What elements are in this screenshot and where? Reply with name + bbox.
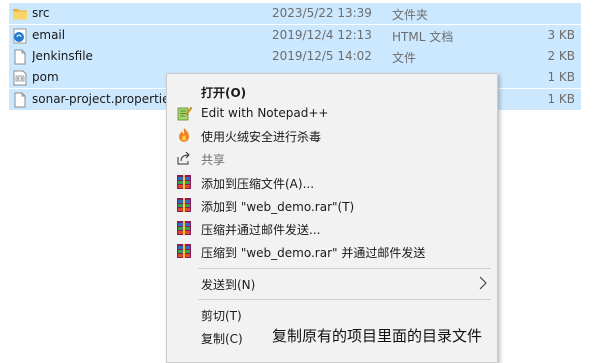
file-explorer: src 2023/5/22 13:39 文件夹 email 2019/12/4 … xyxy=(0,0,604,363)
file-date: 2023/5/22 13:39 xyxy=(272,6,372,20)
menu-item-compress-email[interactable]: 压缩并通过邮件发送... xyxy=(167,217,497,239)
share-icon xyxy=(176,150,192,166)
file-date: 2019/12/5 14:02 xyxy=(272,49,372,63)
file-size: 3 KB xyxy=(547,28,575,42)
file-name: sonar-project.properties xyxy=(32,92,176,106)
menu-item-label: 打开(O) xyxy=(201,86,247,100)
menu-item-label: Edit with Notepad++ xyxy=(201,106,329,120)
menu-item-send-to[interactable]: 发送到(N) xyxy=(167,272,497,294)
file-icon xyxy=(12,49,28,65)
file-row-email[interactable]: email 2019/12/4 12:13 HTML 文档 3 KB xyxy=(9,25,581,46)
menu-item-label: 添加到 "web_demo.rar"(T) xyxy=(201,200,355,214)
menu-item-share[interactable]: 共享 xyxy=(167,147,497,169)
xml-file-icon xyxy=(12,70,28,86)
file-size: 1 KB xyxy=(547,70,575,84)
menu-item-antivirus[interactable]: 使用火绒安全进行杀毒 xyxy=(167,124,497,146)
notepad-plus-plus-icon xyxy=(176,105,193,121)
file-icon xyxy=(12,92,28,108)
file-row-src[interactable]: src 2023/5/22 13:39 文件夹 xyxy=(9,3,581,24)
file-name: pom xyxy=(32,70,59,84)
file-type: HTML 文档 xyxy=(392,30,454,44)
menu-item-label: 压缩到 "web_demo.rar" 并通过邮件发送 xyxy=(201,246,426,260)
file-size: 1 KB xyxy=(547,92,575,106)
file-date: 2019/12/4 12:13 xyxy=(272,28,372,42)
menu-item-cut[interactable]: 剪切(T) xyxy=(167,303,497,325)
file-name: src xyxy=(32,6,50,20)
annotation-caption: 复制原有的项目里面的目录文件 xyxy=(272,327,483,345)
file-size: 2 KB xyxy=(547,49,575,63)
menu-item-label: 复制(C) xyxy=(201,332,243,346)
menu-item-open[interactable]: 打开(O) xyxy=(167,80,497,102)
file-row-jenkinsfile[interactable]: Jenkinsfile 2019/12/5 14:02 文件 2 KB xyxy=(9,46,581,67)
folder-icon xyxy=(12,6,28,22)
menu-item-label: 共享 xyxy=(201,153,226,167)
file-name: Jenkinsfile xyxy=(32,49,93,63)
file-type: 文件夹 xyxy=(392,8,429,22)
huorong-flame-icon xyxy=(176,127,192,143)
menu-separator xyxy=(198,299,491,300)
file-name: email xyxy=(32,28,66,42)
file-type: 文件 xyxy=(392,51,417,65)
edge-html-icon xyxy=(12,28,28,44)
winrar-icon xyxy=(176,220,192,236)
menu-item-label: 发送到(N) xyxy=(201,278,256,292)
winrar-icon xyxy=(176,243,192,259)
menu-item-label: 压缩并通过邮件发送... xyxy=(201,223,321,237)
menu-item-edit-notepad[interactable]: Edit with Notepad++ xyxy=(167,102,497,124)
chevron-right-icon xyxy=(479,276,487,290)
menu-item-compress-rar-email[interactable]: 压缩到 "web_demo.rar" 并通过邮件发送 xyxy=(167,240,497,262)
menu-separator xyxy=(198,268,491,269)
menu-item-add-archive[interactable]: 添加到压缩文件(A)... xyxy=(167,171,497,193)
menu-item-label: 添加到压缩文件(A)... xyxy=(201,177,315,191)
menu-item-label: 剪切(T) xyxy=(201,309,242,323)
menu-item-label: 使用火绒安全进行杀毒 xyxy=(201,130,322,144)
context-menu: 打开(O) Edit with Notepad++ 使用火绒安全进行杀毒 共享 … xyxy=(166,73,498,363)
menu-item-add-rar[interactable]: 添加到 "web_demo.rar"(T) xyxy=(167,194,497,216)
winrar-icon xyxy=(176,174,192,190)
winrar-icon xyxy=(176,197,192,213)
